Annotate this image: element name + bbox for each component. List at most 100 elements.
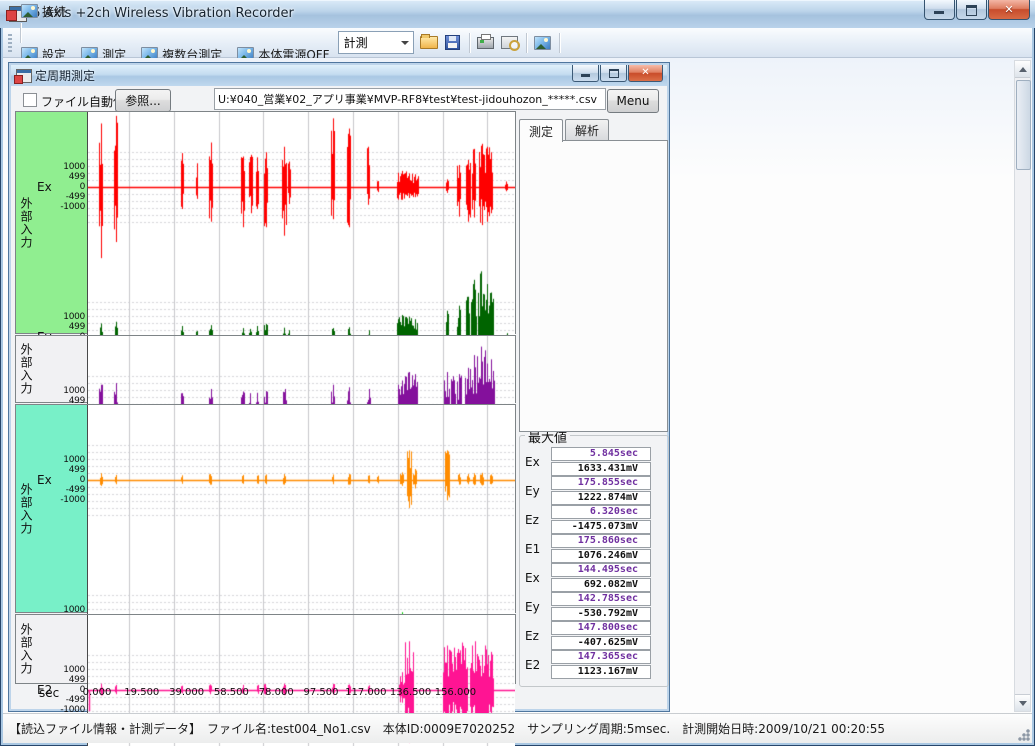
max-voltage-field: -1475.073mV (551, 520, 651, 534)
group-label-text: 外部入力 (18, 483, 35, 535)
scrollbar-thumb[interactable] (1016, 80, 1031, 170)
child-window-icon (16, 69, 32, 83)
y-tick-label: 1000 (63, 455, 85, 465)
waveform-plot (87, 112, 515, 262)
close-button[interactable]: ✕ (988, 0, 1030, 20)
channel-group: 外部入力 E1 10004990-499-1000 (15, 335, 516, 403)
max-value-row: E1 175.860sec 1076.246mV (523, 534, 665, 563)
channel-label: Ex (37, 405, 60, 555)
max-value-row: Ez 147.800sec -407.625mV (523, 621, 665, 650)
restore-icon (609, 69, 619, 78)
x-tick-label: 156.000 (435, 687, 476, 698)
y-axis-ticks: 10004990-499-1000 (60, 112, 87, 262)
save-button[interactable] (441, 32, 465, 54)
autosave-checkbox[interactable] (23, 93, 37, 107)
max-voltage-field: 1222.874mV (551, 491, 651, 505)
y-tick-label: -1000 (60, 495, 85, 505)
max-voltage-field: 1123.167mV (551, 665, 651, 679)
file-path-input[interactable] (214, 88, 606, 110)
max-value-row: Ey 142.785sec -530.792mV (523, 592, 665, 621)
x-tick-label: 136.500 (390, 687, 431, 698)
group-label: 外部入力 (16, 615, 37, 683)
scroll-down-button[interactable] (1015, 694, 1030, 711)
y-tick-label: 1000 (63, 665, 85, 675)
max-channel-label: Ez (523, 513, 551, 527)
max-time-field: 142.785sec (551, 592, 651, 606)
max-time-field: 6.320sec (551, 505, 651, 519)
toolbar-button[interactable]: 接続 (16, 0, 71, 23)
scroll-up-button[interactable] (1015, 61, 1030, 78)
max-channel-label: Ex (523, 571, 551, 585)
panel-tabs: 測定 解析 (519, 119, 611, 142)
image-button[interactable] (531, 32, 555, 54)
max-voltage-field: 692.082mV (551, 578, 651, 592)
toolbar-button-label: 接続 (42, 3, 66, 20)
group-label-text: 外部入力 (18, 623, 35, 675)
status-text: 【読込ファイル情報・計測データ】 ファイル名:test004_No1.csv 本… (9, 720, 885, 737)
max-time-field: 5.845sec (551, 447, 651, 461)
minimize-icon (581, 74, 590, 77)
main-window: 6 Axis +2ch Wireless Vibration Recorder … (0, 0, 1035, 746)
tab-analyze[interactable]: 解析 (565, 119, 609, 140)
group-label-text: 外部入力 (18, 343, 35, 395)
x-tick-label: 39.000 (169, 687, 204, 698)
image-icon (21, 4, 38, 18)
vertical-scrollbar[interactable] (1014, 60, 1031, 712)
child-close-button[interactable]: ✕ (628, 65, 663, 82)
y-tick-label: 499 (69, 465, 85, 475)
x-tick-label: 58.500 (214, 687, 249, 698)
y-tick-label: 0 (80, 182, 85, 192)
measure-tab-page (519, 140, 668, 432)
max-value-row: Ey 175.855sec 1222.874mV (523, 476, 665, 505)
y-tick-label: 0 (80, 475, 85, 485)
mode-select[interactable]: 計測 (338, 31, 414, 54)
y-tick-label: 499 (69, 322, 85, 332)
minimize-button[interactable] (924, 0, 955, 20)
waveform-plot (87, 405, 515, 555)
max-values-groupbox: 最大値 Ex 5.845sec 1633.431mV Ey 175.855sec… (519, 435, 669, 687)
max-channel-label: E1 (523, 542, 551, 556)
group-label: 外部入力 (16, 405, 37, 612)
x-tick-label: 97.500 (304, 687, 339, 698)
open-file-button[interactable] (417, 32, 441, 54)
browse-button[interactable]: 参照... (115, 89, 171, 112)
status-bar: 【読込ファイル情報・計測データ】 ファイル名:test004_No1.csv 本… (3, 713, 1032, 743)
mode-select-value: 計測 (339, 34, 398, 51)
child-minimize-button[interactable] (572, 65, 599, 82)
channel-row: Ex 10004990-499-1000 (37, 112, 515, 262)
max-time-field: 175.860sec (551, 534, 651, 548)
y-tick-label: 1000 (63, 162, 85, 172)
max-channel-label: Ez (523, 629, 551, 643)
maximize-button[interactable] (956, 0, 987, 20)
max-channel-label: Ey (523, 600, 551, 614)
minimize-icon (934, 11, 944, 14)
maximize-icon (966, 5, 977, 16)
max-value-row: E2 147.365sec 1123.167mV (523, 650, 665, 679)
max-voltage-field: -530.792mV (551, 607, 651, 621)
child-restore-button[interactable] (600, 65, 627, 82)
save-icon (445, 35, 460, 50)
toolbar: 接続 設定 測定 複数台測定 本体電源OFF 計測 (3, 28, 1032, 58)
y-tick-label: 1000 (63, 386, 85, 396)
x-axis: sec 0.00019.50039.00058.50078.00097.5001… (15, 686, 516, 700)
print-preview-icon (501, 36, 518, 49)
channel-group: 外部入力 E2 10004990-499-1000 (15, 614, 516, 684)
waveform-charts: 外部入力 Ex 10004990-499-1000 Ey 10004990-49… (15, 111, 516, 685)
y-tick-label: 499 (69, 675, 85, 685)
resize-grip[interactable] (1018, 729, 1030, 741)
y-tick-label: -1000 (60, 202, 85, 212)
y-tick-label: -499 (66, 192, 85, 202)
print-preview-button[interactable] (498, 32, 522, 54)
print-button[interactable] (474, 32, 498, 54)
tab-measure[interactable]: 測定 (519, 119, 563, 142)
toolbar-grip[interactable] (8, 34, 12, 52)
chevron-down-icon (398, 32, 413, 53)
max-value-row: Ex 5.845sec 1633.431mV (523, 447, 665, 476)
file-row: ファイル自動保存 参照... Menu (11, 86, 667, 112)
measurement-window: 定周期測定 ✕ ファイル自動保存 参照... Menu 外部入力 Ex 1000… (8, 62, 670, 712)
y-tick-label: 499 (69, 172, 85, 182)
y-axis-ticks: 10004990-499-1000 (60, 405, 87, 555)
menu-button[interactable]: Menu (607, 89, 659, 113)
x-axis-unit-label: sec (39, 686, 59, 700)
child-window-title: 定周期測定 (35, 67, 95, 84)
